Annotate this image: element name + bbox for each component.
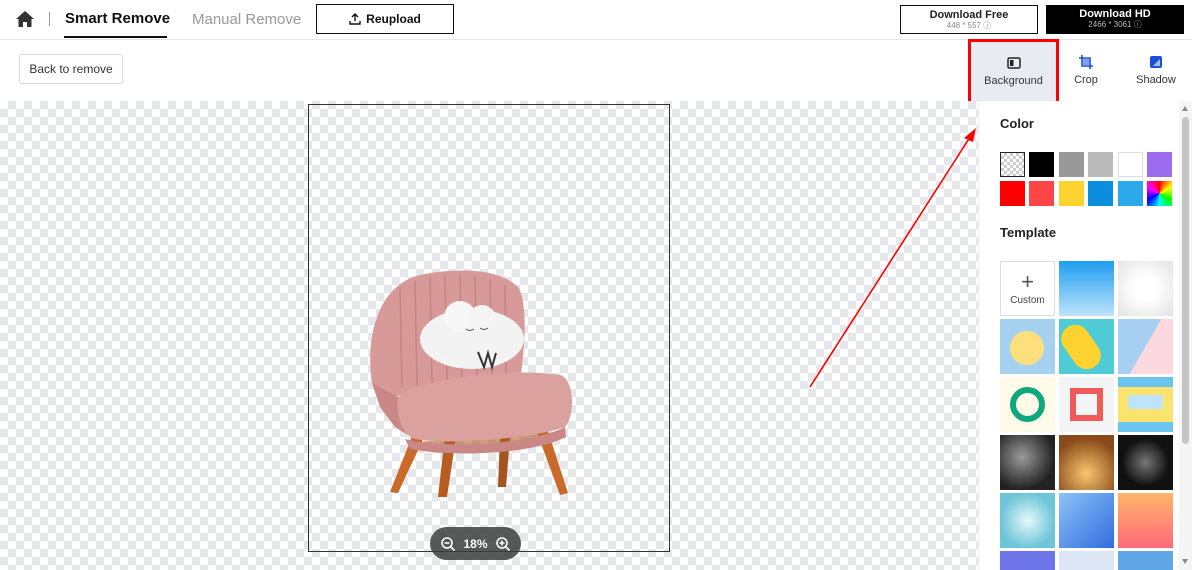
template-white-glow[interactable] [1118,261,1173,316]
template-yellow-frame[interactable] [1118,377,1173,432]
color-swatch-transparent[interactable] [1000,152,1025,177]
shadow-icon [1150,56,1162,68]
background-panel: Color Template + Custom [978,101,1192,570]
template-green-ring[interactable] [1000,377,1055,432]
template-aqua-sparkle[interactable] [1000,493,1055,548]
scroll-thumb[interactable] [1182,117,1189,444]
download-hd-button[interactable]: Download HD 2466 * 3061 ⓘ [1046,5,1184,34]
scroll-up-icon[interactable] [1182,106,1188,111]
color-swatch-black[interactable] [1029,152,1054,177]
color-section-title: Color [1000,116,1034,131]
download-hd-size: 2466 * 3061 [1088,20,1132,29]
scroll-down-icon[interactable] [1182,559,1188,564]
download-free-label: Download Free [929,9,1009,21]
template-split-pastel[interactable] [1118,319,1173,374]
active-tab-indicator [64,36,167,38]
tool-crop-label: Crop [1074,74,1098,86]
panel-scrollbar[interactable] [1179,101,1192,570]
template-section-title: Template [1000,225,1057,240]
divider [49,12,50,26]
tool-bar: Back to remove Background Crop Shadow [0,39,1192,104]
reupload-button[interactable]: Reupload [316,4,454,34]
zoom-out-icon[interactable] [440,536,456,552]
home-icon[interactable] [15,10,35,28]
zoom-control: 18% [430,527,521,560]
color-swatch-purple[interactable] [1147,152,1172,177]
tool-background-label: Background [984,75,1043,87]
color-swatch-yellow[interactable] [1059,181,1084,206]
tool-background[interactable]: Background [968,39,1059,104]
zoom-in-icon[interactable] [495,536,511,552]
template-custom-label: Custom [1010,295,1045,306]
info-icon: ⓘ [983,21,992,30]
template-indigo[interactable] [1000,551,1055,570]
chair-image [370,270,572,497]
template-dark-spotlight[interactable] [1118,435,1173,490]
template-sunset-gradient[interactable] [1118,493,1173,548]
template-custom[interactable]: + Custom [1000,261,1055,316]
editor-canvas[interactable]: 18% [0,101,978,570]
background-icon [1006,57,1021,69]
tab-manual-remove[interactable]: Manual Remove [192,11,301,28]
color-swatch-red[interactable] [1000,181,1025,206]
template-golden-bokeh[interactable] [1059,435,1114,490]
upload-icon [349,13,361,25]
tool-shadow-label: Shadow [1136,74,1176,86]
template-blue-shade[interactable] [1059,493,1114,548]
download-hd-label: Download HD [1079,8,1151,20]
zoom-level: 18% [463,536,488,551]
color-picker-rainbow[interactable] [1147,181,1172,206]
tool-crop[interactable]: Crop [1062,41,1110,101]
color-swatch-coral[interactable] [1029,181,1054,206]
reupload-label: Reupload [366,12,421,26]
color-swatch-gray[interactable] [1059,152,1084,177]
template-pale-blue[interactable] [1059,551,1114,570]
template-blue-gradient[interactable] [1059,261,1114,316]
color-swatch-white[interactable] [1118,152,1143,177]
back-to-remove-button[interactable]: Back to remove [19,54,123,84]
download-free-size: 448 * 557 [946,21,982,30]
template-red-square[interactable] [1059,377,1114,432]
template-steel-blue[interactable] [1118,551,1173,570]
template-yellow-circle[interactable] [1000,319,1055,374]
color-swatch-blue[interactable] [1088,181,1113,206]
color-swatch-light-gray[interactable] [1088,152,1113,177]
download-free-button[interactable]: Download Free 448 * 557 ⓘ [900,5,1038,34]
plus-icon: + [1021,269,1034,294]
top-bar: Smart Remove Manual Remove Reupload Down… [0,0,1192,40]
template-dark-silk[interactable] [1000,435,1055,490]
color-swatch-sky-blue[interactable] [1118,181,1143,206]
tool-shadow[interactable]: Shadow [1128,41,1184,101]
template-yellow-pill[interactable] [1059,319,1114,374]
info-icon: ⓘ [1133,20,1142,29]
crop-icon [1079,55,1093,69]
tab-smart-remove[interactable]: Smart Remove [65,10,170,27]
